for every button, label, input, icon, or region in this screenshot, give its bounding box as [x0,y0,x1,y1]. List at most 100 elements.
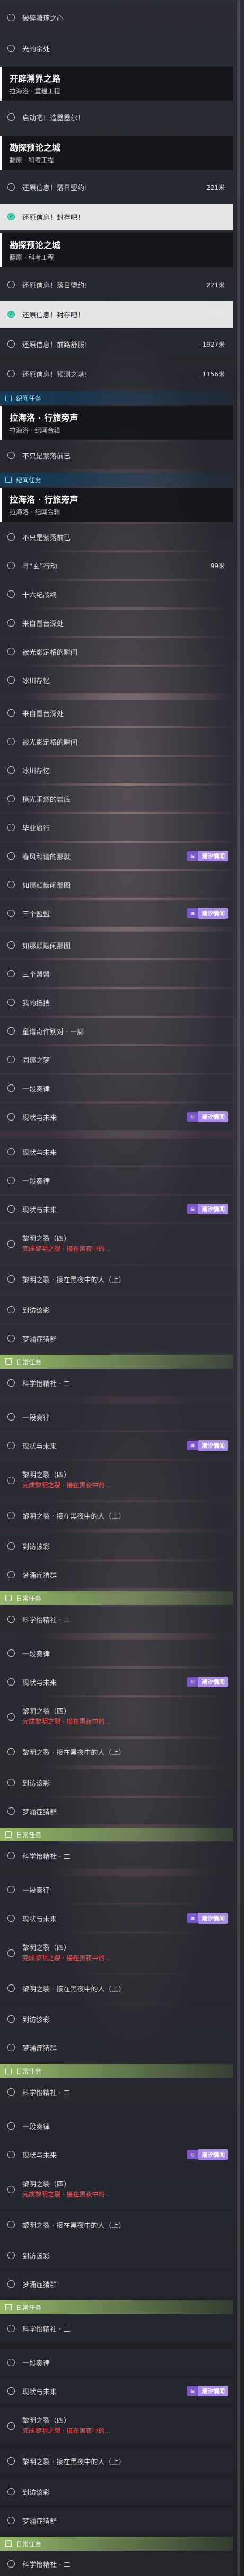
quest-row[interactable]: 梦涌症猜群 [0,1562,233,1588]
quest-row[interactable]: 黎明之裂（四） 完成黎明之裂 · 接在黑夜中的... [0,2406,233,2446]
quest-row[interactable]: 三个盟盟 ≋ 潮汐情闻 [0,900,233,927]
quest-row[interactable]: 十六纪战终 [0,581,233,607]
quest-row[interactable]: 黎明之裂 · 接在黑夜中的人（上） [0,1266,233,1292]
quest-row[interactable]: 现状与未来 ≋ 潮汐情闻 [0,2141,233,2168]
quest-row[interactable]: 毕业旅行 [0,814,233,841]
circle-icon [7,1649,15,1657]
quest-row[interactable]: 现状与未来 [0,1139,233,1165]
quest-row[interactable]: 到访该彩 [0,2242,233,2269]
quest-row[interactable]: 黎明之裂（四） 完成黎明之裂 · 接在黑夜中的... [0,1697,233,1736]
quest-row[interactable]: 到访该彩 [0,2006,233,2032]
quest-row[interactable]: 科学怡精社 · 二 [0,1606,233,1633]
quest-row[interactable]: 光的余处 [0,35,233,61]
quest-label: 科学怡精社 · 二 [22,1852,71,1861]
quest-row[interactable]: 到访该彩 [0,2478,233,2505]
quest-row[interactable]: 冰川存忆 [0,667,233,693]
quest-group-header[interactable]: 开辟溯界之路 拉海洛 · 重建工程 [0,67,233,101]
quest-row[interactable]: 现状与未来 ≋ 潮汐情闻 [0,1432,233,1459]
quest-row[interactable]: 冰川存忆 [0,757,233,783]
quest-row[interactable]: 梦涌症猜群 [0,2271,233,2297]
quest-row[interactable]: 黎明之裂 · 接在黑夜中的人（上） [0,1739,233,1765]
quest-row[interactable]: 寻“玄”行动 99米 [0,552,233,579]
quest-label: 梦涌症猜群 [22,2044,57,2053]
quest-row[interactable]: 黎明之裂（四） 完成黎明之裂 · 接在黑夜中的... [0,1934,233,1973]
circle-icon [7,2517,15,2524]
quest-row[interactable]: 来自冒台深处 [0,700,233,726]
quest-row[interactable]: 童谱奇作别对 · 一廊 [0,1018,233,1044]
quest-row[interactable]: 现状与未来 ≋ 潮汐情闻 [0,1196,233,1222]
quest-row[interactable]: 携光阑然的岩底 [0,786,233,812]
quest-row[interactable]: 科学怡精社 · 二 [0,2551,233,2576]
quest-row[interactable]: 到访该彩 [0,1533,233,1559]
circle-icon [7,45,15,52]
circle-icon [7,1678,15,1686]
quest-group-subtitle: 拉海洛 · 纪闻合辑 [10,508,60,516]
quest-row[interactable]: 现状与未来 ≋ 潮汐情闻 [0,1669,233,1695]
circle-icon [7,852,15,860]
quest-row[interactable]: 科学怡精社 · 二 [0,1370,233,1396]
quest-row[interactable]: 到访该彩 [0,1769,233,1796]
quest-row[interactable]: 被光影定格的瞬间 [0,728,233,755]
quest-row[interactable]: 一段奏律 [0,1167,233,1194]
quest-label: 还原信息！封存吧！ [22,311,85,320]
quest-row[interactable]: 一段奏律 [0,2349,233,2376]
quest-row[interactable]: ✓ 还原信息！封存吧！ 1750米 [0,301,233,328]
quest-row[interactable]: 被光影定格的瞬间 [0,638,233,665]
quest-row[interactable]: 来自冒台深处 [0,610,233,636]
circle-icon [7,676,15,684]
quest-row[interactable]: 不只是紫落前已 [0,442,233,469]
quest-row[interactable]: 黎明之裂 · 接在黑夜中的人（上） [0,1975,233,2001]
quest-row[interactable]: 春风和谐的那就 ≋ 潮汐情闻 [0,843,233,869]
quest-label: 同那之梦 [22,1056,50,1065]
quest-row[interactable]: 还原信息！落日盟约！ 221米 [0,271,233,298]
quest-row[interactable]: 如那颠簸闲那图 [0,871,233,898]
quest-row[interactable]: 不只是紫落前已 [0,524,233,550]
quest-row[interactable]: 科学怡精社 · 二 [0,1842,233,1869]
quest-row[interactable]: 黎明之裂 · 接在黑夜中的人（上） [0,1502,233,1529]
quest-row[interactable]: 一段奏律 [0,1876,233,1903]
quest-row[interactable]: 我的抵挡 [0,989,233,1016]
scrollbar[interactable] [237,0,240,2576]
quest-label: 一段奏律 [22,1650,50,1658]
quest-row[interactable]: 现状与未来 ≋ 潮汐情闻 [0,1104,233,1130]
quest-row[interactable]: 三个盟盟 [0,960,233,987]
quest-group-header[interactable]: 拉海洛 · 行旅旁声 拉海洛 · 纪闻合辑 [0,488,233,522]
quest-group-header[interactable]: 拉海洛 · 行旅旁声 拉海洛 · 纪闻合辑 [0,406,233,440]
quest-row[interactable]: 破碎雕琢之心 [0,4,233,31]
quest-row[interactable]: 梦涌症猜群 [0,2034,233,2061]
quest-row[interactable]: 黎明之裂（四） 完成黎明之裂 · 接在黑夜中的... [0,1461,233,1500]
quest-row[interactable]: 黎明之裂（四） 完成黎明之裂 · 接在黑夜中的... [0,2170,233,2209]
quest-row[interactable]: 黎明之裂 · 接在黑夜中的人（上） [0,2211,233,2238]
quest-row[interactable]: 现状与未来 ≋ 潮汐情闻 [0,2378,233,2404]
quest-row[interactable]: 还原信息！落日盟约！ 221米 [0,174,233,200]
quest-row[interactable]: 一段奏律 [0,2113,233,2139]
quest-row[interactable]: 一段奏律 [0,1075,233,1101]
quest-row[interactable]: 还原信息！前路舒服！ 1927米 [0,331,233,357]
quest-label: 还原信息！落日盟约！ [22,281,92,290]
quest-distance: 1156米 [202,370,225,378]
quest-row[interactable]: ✓ 还原信息！封存吧！ 1750米 [0,204,233,230]
quest-row[interactable]: 到访该彩 [0,1296,233,1323]
quest-warning: 完成黎明之裂 · 接在黑夜中的... [22,1954,111,1962]
quest-row[interactable]: 还原信息！预测之塔！ 1156米 [0,360,233,387]
quest-label: 三个盟盟 [22,971,50,979]
quest-row[interactable]: 一段奏律 [0,1404,233,1430]
quest-group-header[interactable]: 勘探预论之城 翻原 · 科考工程 [0,136,233,170]
quest-row[interactable]: 梦涌症猜群 [0,1798,233,1824]
quest-row[interactable]: 黎明之裂（四） 完成黎明之裂 · 接在黑夜中的... [0,1224,233,1264]
quest-row[interactable]: 科学怡精社 · 二 [0,2079,233,2105]
quest-row[interactable]: 现状与未来 ≋ 潮汐情闻 [0,1905,233,1931]
quest-label: 毕业旅行 [22,824,50,833]
quest-row[interactable]: 黎明之裂 · 接在黑夜中的人（上） [0,2448,233,2474]
quest-row[interactable]: 同那之梦 [0,1046,233,1073]
quest-row[interactable]: 科学怡精社 · 二 [0,2315,233,2342]
quest-row[interactable]: 梦涌症猜群 [0,2507,233,2534]
quest-row[interactable]: 梦涌症猜群 [0,1325,233,1352]
quest-row[interactable]: 一段奏律 [0,1640,233,1666]
quest-row[interactable]: 如那颠簸闲那图 [0,932,233,958]
quest-label: 黎明之裂（四） [22,2417,71,2425]
quest-group-header[interactable]: 勘探预论之城 翻原 · 科考工程 [0,233,233,267]
quest-row[interactable]: 启动吧！造器器尔！ [0,104,233,130]
quest-category-bar: 日常任务 [0,2300,233,2314]
quest-warning: 完成黎明之裂 · 接在黑夜中的... [22,2427,111,2434]
